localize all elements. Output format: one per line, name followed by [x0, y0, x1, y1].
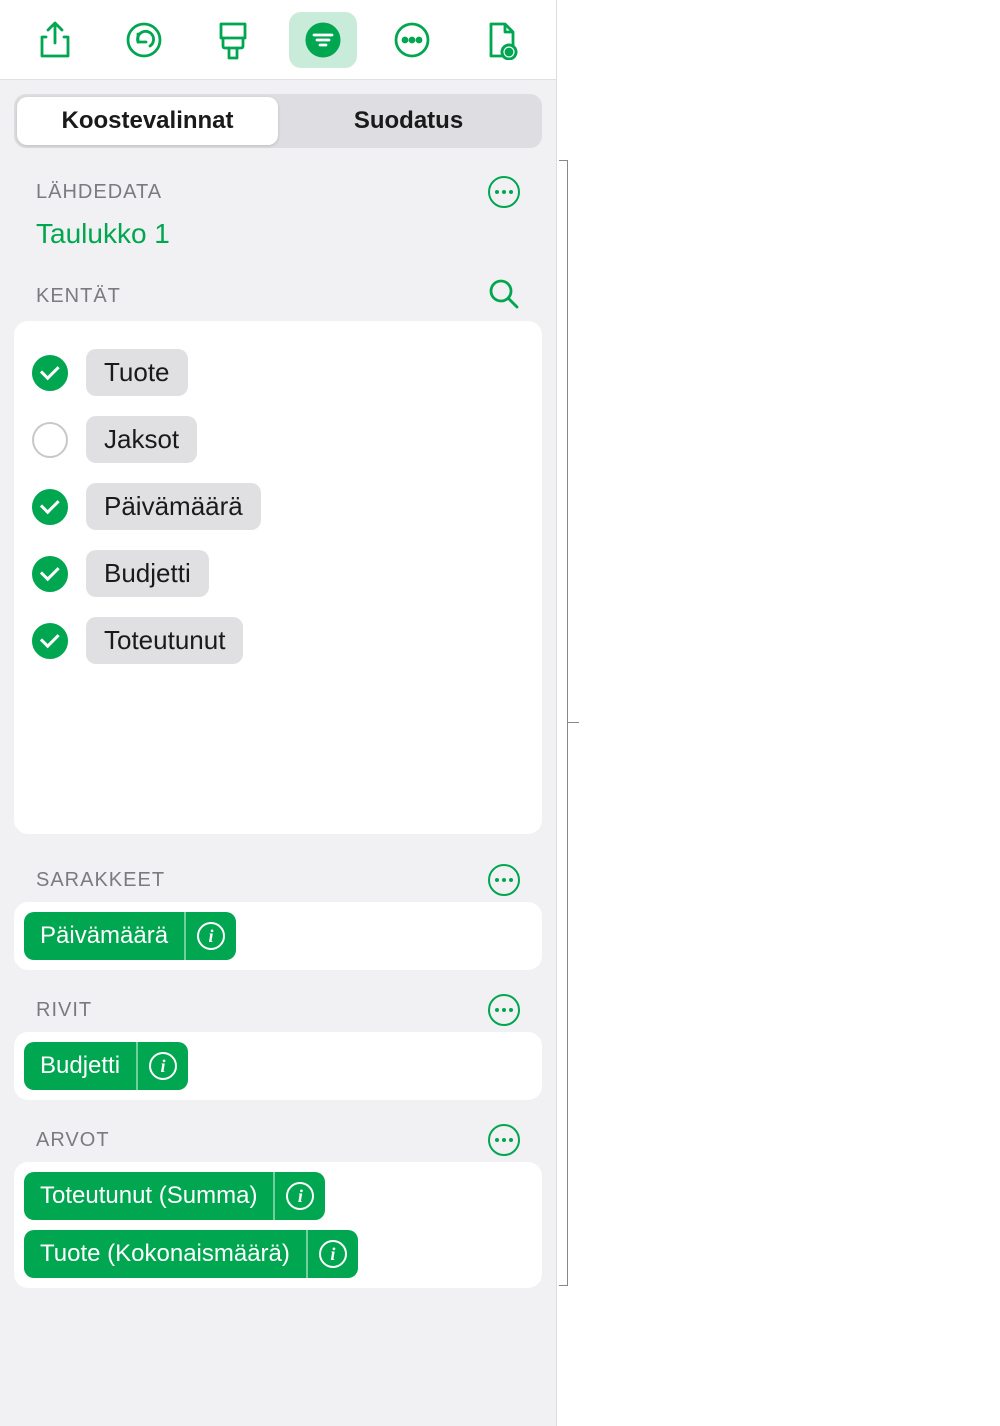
columns-drop-area[interactable]: Päivämäärä i [14, 902, 542, 970]
field-checkbox[interactable] [32, 489, 68, 525]
chip-info-button[interactable]: i [136, 1042, 188, 1090]
values-more-button[interactable] [488, 1124, 520, 1156]
chip-info-button[interactable]: i [273, 1172, 325, 1220]
document-view-button[interactable] [467, 12, 535, 68]
chip-label: Budjetti [24, 1042, 136, 1090]
field-row: Päivämäärä [32, 473, 524, 540]
field-pill[interactable]: Päivämäärä [86, 483, 261, 530]
undo-button[interactable] [110, 12, 178, 68]
columns-label: SARAKKEET [36, 869, 165, 892]
rows-drop-area[interactable]: Budjetti i [14, 1032, 542, 1100]
rows-more-button[interactable] [488, 994, 520, 1026]
more-button[interactable] [378, 12, 446, 68]
pivot-options-panel: Koostevalinnat Suodatus LÄHDEDATA Tauluk… [0, 0, 557, 1426]
chip-label: Päivämäärä [24, 912, 184, 960]
tab-bar: Koostevalinnat Suodatus [14, 94, 542, 148]
rows-header: RIVIT [14, 994, 542, 1026]
chip-label: Toteutunut (Summa) [24, 1172, 273, 1220]
ellipsis-icon [495, 190, 513, 194]
format-brush-button[interactable] [199, 12, 267, 68]
field-checkbox[interactable] [32, 623, 68, 659]
row-chip[interactable]: Budjetti i [24, 1042, 188, 1090]
info-icon: i [286, 1182, 314, 1210]
column-chip[interactable]: Päivämäärä i [24, 912, 236, 960]
panel-content: Koostevalinnat Suodatus LÄHDEDATA Tauluk… [0, 80, 556, 1426]
field-pill[interactable]: Jaksot [86, 416, 197, 463]
chip-info-button[interactable]: i [306, 1230, 358, 1278]
columns-section: SARAKKEET Päivämäärä i [14, 864, 542, 970]
ellipsis-icon [495, 1138, 513, 1142]
source-header: LÄHDEDATA [14, 176, 542, 208]
source-table-name[interactable]: Taulukko 1 [14, 214, 542, 278]
ellipsis-icon [495, 1008, 513, 1012]
fields-search-button[interactable] [488, 278, 520, 315]
fields-header: KENTÄT [14, 278, 542, 315]
organize-button[interactable] [289, 12, 357, 68]
field-row: Toteutunut [32, 607, 524, 674]
tab-filter[interactable]: Suodatus [278, 97, 539, 145]
columns-header: SARAKKEET [14, 864, 542, 896]
info-icon: i [197, 922, 225, 950]
field-checkbox[interactable] [32, 422, 68, 458]
values-label: ARVOT [36, 1129, 110, 1152]
callout-tick [567, 722, 579, 723]
fields-label: KENTÄT [36, 285, 121, 308]
field-row: Tuote [32, 339, 524, 406]
info-icon: i [149, 1052, 177, 1080]
field-checkbox[interactable] [32, 556, 68, 592]
share-button[interactable] [21, 12, 89, 68]
values-header: ARVOT [14, 1124, 542, 1156]
fields-list: Tuote Jaksot Päivämäärä Budjetti Toteutu… [14, 321, 542, 834]
value-chip[interactable]: Toteutunut (Summa) i [24, 1172, 325, 1220]
field-row: Budjetti [32, 540, 524, 607]
tab-pivot-options[interactable]: Koostevalinnat [17, 97, 278, 145]
rows-section: RIVIT Budjetti i [14, 994, 542, 1100]
chip-label: Tuote (Kokonaismäärä) [24, 1230, 306, 1278]
values-section: ARVOT Toteutunut (Summa) i Tuote (Kokona… [14, 1124, 542, 1288]
value-chip[interactable]: Tuote (Kokonaismäärä) i [24, 1230, 358, 1278]
source-more-button[interactable] [488, 176, 520, 208]
field-checkbox[interactable] [32, 355, 68, 391]
field-row: Jaksot [32, 406, 524, 473]
rows-label: RIVIT [36, 999, 92, 1022]
field-pill[interactable]: Toteutunut [86, 617, 243, 664]
top-toolbar [0, 0, 556, 80]
chip-info-button[interactable]: i [184, 912, 236, 960]
field-pill[interactable]: Tuote [86, 349, 188, 396]
columns-more-button[interactable] [488, 864, 520, 896]
ellipsis-icon [495, 878, 513, 882]
values-drop-area[interactable]: Toteutunut (Summa) i Tuote (Kokonaismäär… [14, 1162, 542, 1288]
field-pill[interactable]: Budjetti [86, 550, 209, 597]
info-icon: i [319, 1240, 347, 1268]
callout-bracket [567, 160, 568, 1286]
source-label: LÄHDEDATA [36, 181, 162, 204]
